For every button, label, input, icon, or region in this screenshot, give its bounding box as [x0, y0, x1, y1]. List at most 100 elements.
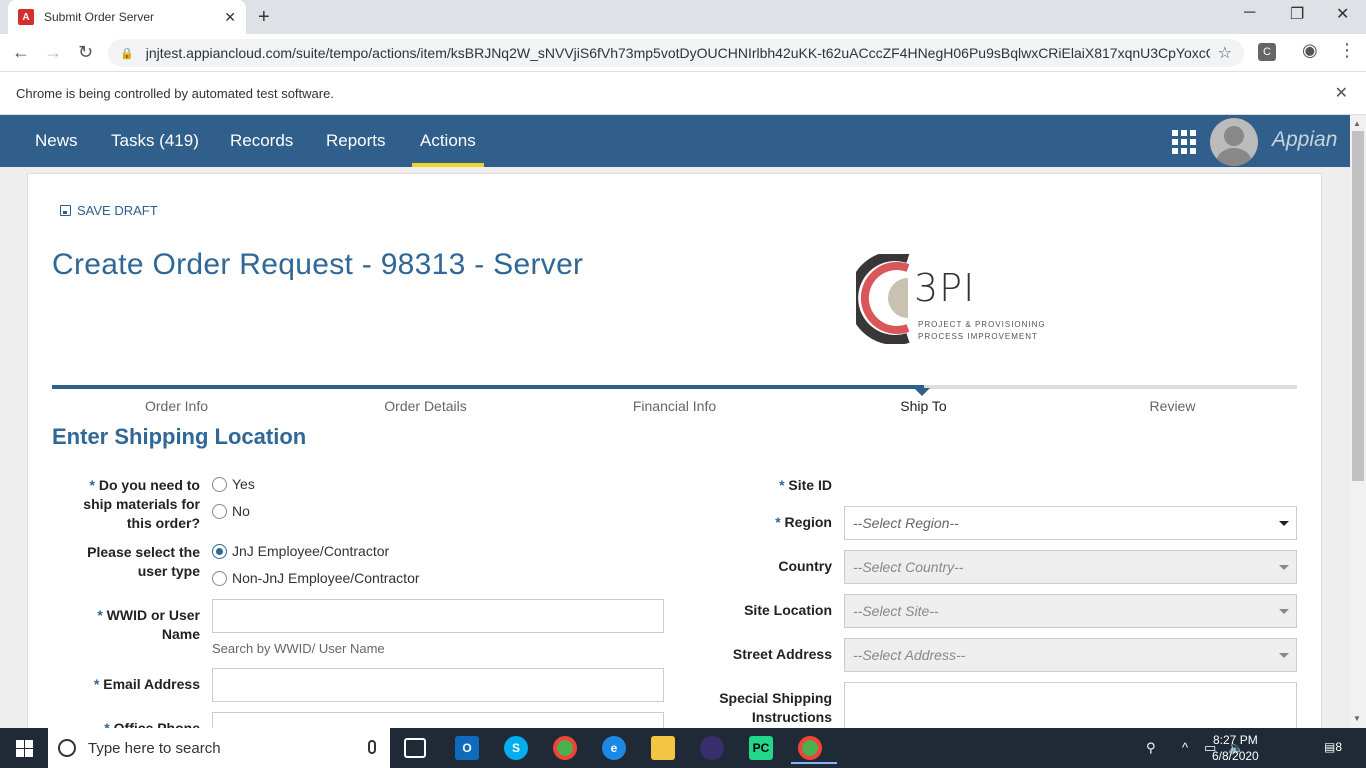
- email-input[interactable]: [212, 668, 664, 702]
- pycharm-icon[interactable]: PC: [749, 736, 773, 760]
- progress-marker: [914, 388, 930, 396]
- radio-label: Non-JnJ Employee/Contractor: [232, 570, 420, 586]
- section-title: Enter Shipping Location: [52, 424, 307, 449]
- region-label: * Region: [775, 514, 832, 530]
- chevron-down-icon: [1279, 609, 1289, 614]
- clock-date: 6/8/2020: [1212, 749, 1259, 763]
- browser-tab-bar: A Submit Order Server ✕ + ─ ❐ ✕: [0, 0, 1366, 34]
- country-label: Country: [778, 558, 832, 574]
- logo-3pi-text: 3PI: [914, 266, 976, 310]
- radio-ship-yes[interactable]: Yes: [212, 476, 255, 492]
- nav-reports[interactable]: Reports: [326, 115, 386, 167]
- logo-line1: PROJECT & PROVISIONING: [918, 320, 1046, 329]
- special-instructions-textarea[interactable]: [844, 682, 1297, 728]
- street-address-select[interactable]: --Select Address--: [844, 638, 1297, 672]
- region-select[interactable]: --Select Region--: [844, 506, 1297, 540]
- radio-jnj-employee[interactable]: JnJ Employee/Contractor: [212, 543, 389, 559]
- radio-label: Yes: [232, 476, 255, 492]
- bookmark-star-icon[interactable]: ☆: [1218, 43, 1232, 63]
- tray-chevron-icon[interactable]: ^: [1182, 740, 1188, 755]
- region-placeholder: --Select Region--: [853, 515, 959, 531]
- eclipse-icon[interactable]: [700, 736, 724, 760]
- radio-label: JnJ Employee/Contractor: [232, 543, 390, 559]
- logo-line2: PROCESS IMPROVEMENT: [918, 332, 1038, 341]
- infobar-close-icon[interactable]: ✕: [1335, 83, 1348, 103]
- appian-logo: Appian: [1272, 128, 1338, 151]
- country-placeholder: --Select Country--: [853, 559, 964, 575]
- taskbar-clock[interactable]: 8:27 PM 6/8/2020: [1212, 732, 1259, 764]
- lock-icon: 🔒: [120, 47, 134, 60]
- omnibox[interactable]: 🔒 jnjtest.appiancloud.com/suite/tempo/ac…: [108, 39, 1244, 67]
- windows-taskbar: Type here to search O S e PC ⚲ ^ ▭ 🔈 ▤8: [0, 728, 1366, 768]
- chevron-down-icon: [1279, 565, 1289, 570]
- site-id-label: * Site ID: [779, 477, 832, 493]
- cortana-icon: [58, 739, 76, 757]
- step-ship-to: Ship To: [900, 398, 947, 414]
- appian-favicon-icon: A: [18, 9, 34, 25]
- nav-news[interactable]: News: [35, 115, 78, 167]
- forward-icon[interactable]: →: [44, 42, 62, 63]
- nav-actions[interactable]: Actions: [412, 115, 484, 167]
- special-instructions-label: Special Shipping Instructions: [719, 690, 832, 725]
- page-title: Create Order Request - 98313 - Server: [52, 248, 584, 281]
- scroll-thumb[interactable]: [1352, 131, 1364, 481]
- file-explorer-icon[interactable]: [651, 736, 675, 760]
- appian-nav-bar: News Tasks (419) Records Reports Actions: [0, 115, 1350, 167]
- user-avatar[interactable]: [1210, 118, 1258, 166]
- 3pi-logo: 3PI PROJECT & PROVISIONING PROCESS IMPRO…: [856, 254, 1056, 344]
- office-phone-label: * Office Phone: [104, 720, 200, 728]
- new-tab-button[interactable]: +: [258, 6, 270, 29]
- people-icon[interactable]: ⚲: [1146, 740, 1156, 756]
- site-placeholder: --Select Site--: [853, 603, 939, 619]
- nav-records[interactable]: Records: [230, 115, 293, 167]
- radio-non-jnj-employee[interactable]: Non-JnJ Employee/Contractor: [212, 570, 420, 586]
- step-order-details: Order Details: [384, 398, 467, 414]
- taskbar-search[interactable]: Type here to search: [48, 728, 390, 768]
- back-icon[interactable]: ←: [12, 42, 30, 63]
- save-draft-button[interactable]: SAVE DRAFT: [60, 203, 158, 218]
- wwid-hint: Search by WWID/ User Name: [212, 641, 385, 656]
- task-view-icon[interactable]: [404, 738, 426, 758]
- radio-circle: [212, 503, 227, 519]
- minimize-icon[interactable]: ─: [1244, 4, 1255, 22]
- radio-circle: [212, 570, 227, 586]
- extension-icon[interactable]: C: [1258, 43, 1276, 61]
- app-launcher-grid-icon[interactable]: [1172, 130, 1196, 154]
- step-review: Review: [1149, 398, 1196, 414]
- tab-close-icon[interactable]: ✕: [224, 9, 236, 26]
- scroll-up-icon[interactable]: ▲: [1353, 119, 1361, 128]
- window-close-icon[interactable]: ✕: [1336, 4, 1349, 24]
- chevron-down-icon: [1279, 521, 1289, 526]
- country-select[interactable]: --Select Country--: [844, 550, 1297, 584]
- menu-dots-icon[interactable]: ⋮: [1338, 40, 1356, 61]
- search-placeholder: Type here to search: [88, 739, 221, 757]
- save-disk-icon: [60, 205, 71, 216]
- profile-icon[interactable]: ◉: [1302, 40, 1318, 61]
- ship-materials-label: * Do you need to ship materials for this…: [83, 477, 200, 531]
- browser-tab[interactable]: A Submit Order Server ✕: [8, 0, 246, 34]
- office-phone-input[interactable]: [212, 712, 664, 728]
- radio-circle: [212, 476, 227, 492]
- step-order-info: Order Info: [144, 398, 209, 414]
- windows-start-icon[interactable]: [16, 740, 33, 757]
- clock-time: 8:27 PM: [1213, 733, 1258, 747]
- chrome-icon[interactable]: [553, 736, 577, 760]
- nav-tasks[interactable]: Tasks (419): [111, 115, 199, 167]
- chrome-active-icon[interactable]: [791, 736, 837, 764]
- ie-icon[interactable]: e: [602, 736, 626, 760]
- restore-icon[interactable]: ❐: [1290, 4, 1304, 24]
- scroll-down-icon[interactable]: ▼: [1353, 714, 1361, 723]
- radio-ship-no[interactable]: No: [212, 503, 250, 519]
- site-location-select[interactable]: --Select Site--: [844, 594, 1297, 628]
- page-scrollbar[interactable]: ▲ ▼: [1350, 115, 1366, 728]
- microphone-icon[interactable]: [368, 740, 376, 754]
- progress-fill: [52, 385, 924, 389]
- street-address-label: Street Address: [732, 646, 832, 662]
- skype-icon[interactable]: S: [504, 736, 528, 760]
- automation-infobar: Chrome is being controlled by automated …: [0, 72, 1366, 115]
- wwid-input[interactable]: [212, 599, 664, 633]
- notification-icon[interactable]: ▤8: [1324, 740, 1342, 754]
- step-financial-info: Financial Info: [632, 398, 717, 414]
- outlook-icon[interactable]: O: [455, 736, 479, 760]
- reload-icon[interactable]: ↻: [78, 42, 93, 63]
